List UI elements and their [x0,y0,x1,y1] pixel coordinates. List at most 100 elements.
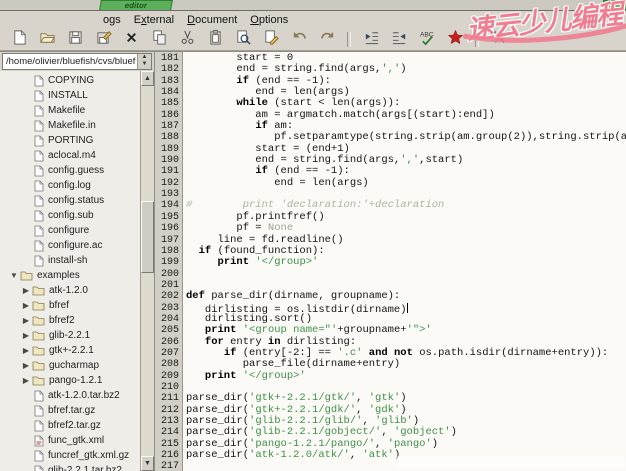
scrollbar-thumb[interactable] [141,201,154,273]
directory-path-value: /home/olivier/bluefish/cvs/bluef [3,56,137,67]
expand-triangle-icon[interactable]: ▶ [20,298,32,313]
file-icon [34,135,44,147]
folder-icon [32,300,45,311]
find-button[interactable] [233,30,253,49]
find-replace-icon [263,29,280,49]
tree-item-gtk+-2.2.1[interactable]: ▶gtk+-2.2.1 [0,343,140,358]
directory-path-select[interactable]: /home/olivier/bluefish/cvs/bluef ▲▼ [2,53,152,70]
menu-external[interactable]: External [134,14,174,26]
tree-item-bfref2.tar.gz[interactable]: bfref2.tar.gz [0,418,140,433]
code-line[interactable]: end = len(args) [186,178,626,189]
tree-item-configure.ac[interactable]: configure.ac [0,238,140,253]
scroll-up-button[interactable]: ▲ [141,71,154,86]
collapse-triangle-icon[interactable]: ▼ [8,268,20,283]
undo-button[interactable] [289,30,309,49]
expand-triangle-icon[interactable]: ▶ [20,343,32,358]
code-line[interactable]: print '</group>' [186,257,626,268]
menu-options[interactable]: Options [250,14,288,26]
expand-triangle-icon[interactable]: ▶ [20,358,32,373]
save-button[interactable] [65,30,85,49]
bookmark-button[interactable] [445,30,465,49]
code-line[interactable] [186,461,626,471]
line-number: 207 [155,348,179,359]
line-number: 215 [155,439,179,450]
tree-item-config.log[interactable]: config.log [0,178,140,193]
expand-triangle-icon[interactable]: ▶ [20,283,32,298]
tree-item-label: func_gtk.xml [44,435,104,446]
tree-item-func_gtk.xml[interactable]: func_gtk.xml [0,433,140,448]
toolbar-separator [475,32,479,47]
close-button[interactable] [121,30,141,49]
tree-item-label: aclocal.m4 [44,150,96,161]
cut-button[interactable] [177,30,197,49]
tree-item-glib-2.2.1[interactable]: ▶glib-2.2.1 [0,328,140,343]
menu-document[interactable]: Document [187,14,237,26]
tree-item-config.status[interactable]: config.status [0,193,140,208]
tree-item-install-sh[interactable]: install-sh [0,253,140,268]
indent-button[interactable] [389,30,409,49]
save-as-button[interactable] [93,30,113,49]
tree-item-atk-1.2.0[interactable]: ▶atk-1.2.0 [0,283,140,298]
scroll-down-button[interactable]: ▼ [141,456,154,471]
tree-item-Makefile.in[interactable]: Makefile.in [0,118,140,133]
tree-item-label: config.sub [44,210,94,221]
code-line[interactable]: def parse_dir(dirname, groupname): [186,291,626,302]
tree-item-INSTALL[interactable]: INSTALL [0,88,140,103]
line-number: 209 [155,371,179,382]
cut-icon [179,29,196,49]
line-number: 205 [155,325,179,336]
tree-item-bfref[interactable]: ▶ bfref [0,298,140,313]
tree-item-pango-1.2.1[interactable]: ▶pango-1.2.1 [0,373,140,388]
tree-item-label: configure [44,225,89,236]
new-document-button[interactable] [9,30,29,49]
tree-item-atk-1.2.0.tar.bz2[interactable]: atk-1.2.0.tar.bz2 [0,388,140,403]
menu-ogs[interactable]: ogs [103,14,121,26]
tree-item-Makefile[interactable]: Makefile [0,103,140,118]
tree-item-label: bfref2.tar.gz [44,420,101,431]
open-file-button[interactable] [37,30,57,49]
tree-item-config.guess[interactable]: config.guess [0,163,140,178]
expand-triangle-icon[interactable]: ▶ [20,328,32,343]
code-line[interactable]: parse_dir('atk-1.2.0/atk/', 'atk') [186,450,626,461]
tree-scrollbar[interactable]: ▲ ▼ [140,71,154,471]
tree-item-bfref.tar.gz[interactable]: bfref.tar.gz [0,403,140,418]
copy-icon [151,29,168,49]
line-number: 186 [155,110,179,121]
line-number: 187 [155,121,179,132]
file-icon [34,165,44,177]
tree-item-aclocal.m4[interactable]: aclocal.m4 [0,148,140,163]
line-number-gutter: 1811821831841851861871881891901911921931… [155,52,183,471]
copy-button[interactable] [149,30,169,49]
redo-button[interactable] [317,30,337,49]
expand-triangle-icon[interactable]: ▶ [20,373,32,388]
tree-item-config.sub[interactable]: config.sub [0,208,140,223]
line-number: 192 [155,178,179,189]
tree-item-glib-2.2.1.tar.bz2[interactable]: glib-2.2.1.tar.bz2 [0,463,140,471]
unindent-button[interactable] [361,30,381,49]
tree-item-PORTING[interactable]: PORTING [0,133,140,148]
tree-item-bfref2[interactable]: ▶bfref2 [0,313,140,328]
path-spinner[interactable]: ▲▼ [137,54,151,69]
preferences-button[interactable] [489,30,509,49]
tree-item-funcref_gtk.xml.gz[interactable]: funcref_gtk.xml.gz [0,448,140,463]
tree-item-configure[interactable]: configure [0,223,140,238]
window-tab[interactable]: editor [99,0,173,10]
code-line[interactable]: print '</group>' [186,371,626,382]
expand-triangle-icon[interactable]: ▶ [20,313,32,328]
tree-item-gucharmap[interactable]: ▶gucharmap [0,358,140,373]
find-replace-button[interactable] [261,30,281,49]
tree-item-label: config.log [44,180,91,191]
line-number: 211 [155,393,179,404]
code-editor[interactable]: 1811821831841851861871881891901911921931… [155,52,626,471]
spellcheck-button[interactable]: ABC [417,30,437,49]
xml-file-icon [34,435,44,447]
tree-item-COPYING[interactable]: COPYING [0,73,140,88]
code-line[interactable] [186,269,626,280]
file-icon [34,420,44,432]
tree-item-examples[interactable]: ▼examples [0,268,140,283]
paste-button[interactable] [205,30,225,49]
file-icon [34,150,44,162]
code-text-area[interactable]: start = 0 end = string.find(args,',') if… [183,52,626,471]
tree-item-label: bfref [45,300,69,311]
line-number: 199 [155,257,179,268]
